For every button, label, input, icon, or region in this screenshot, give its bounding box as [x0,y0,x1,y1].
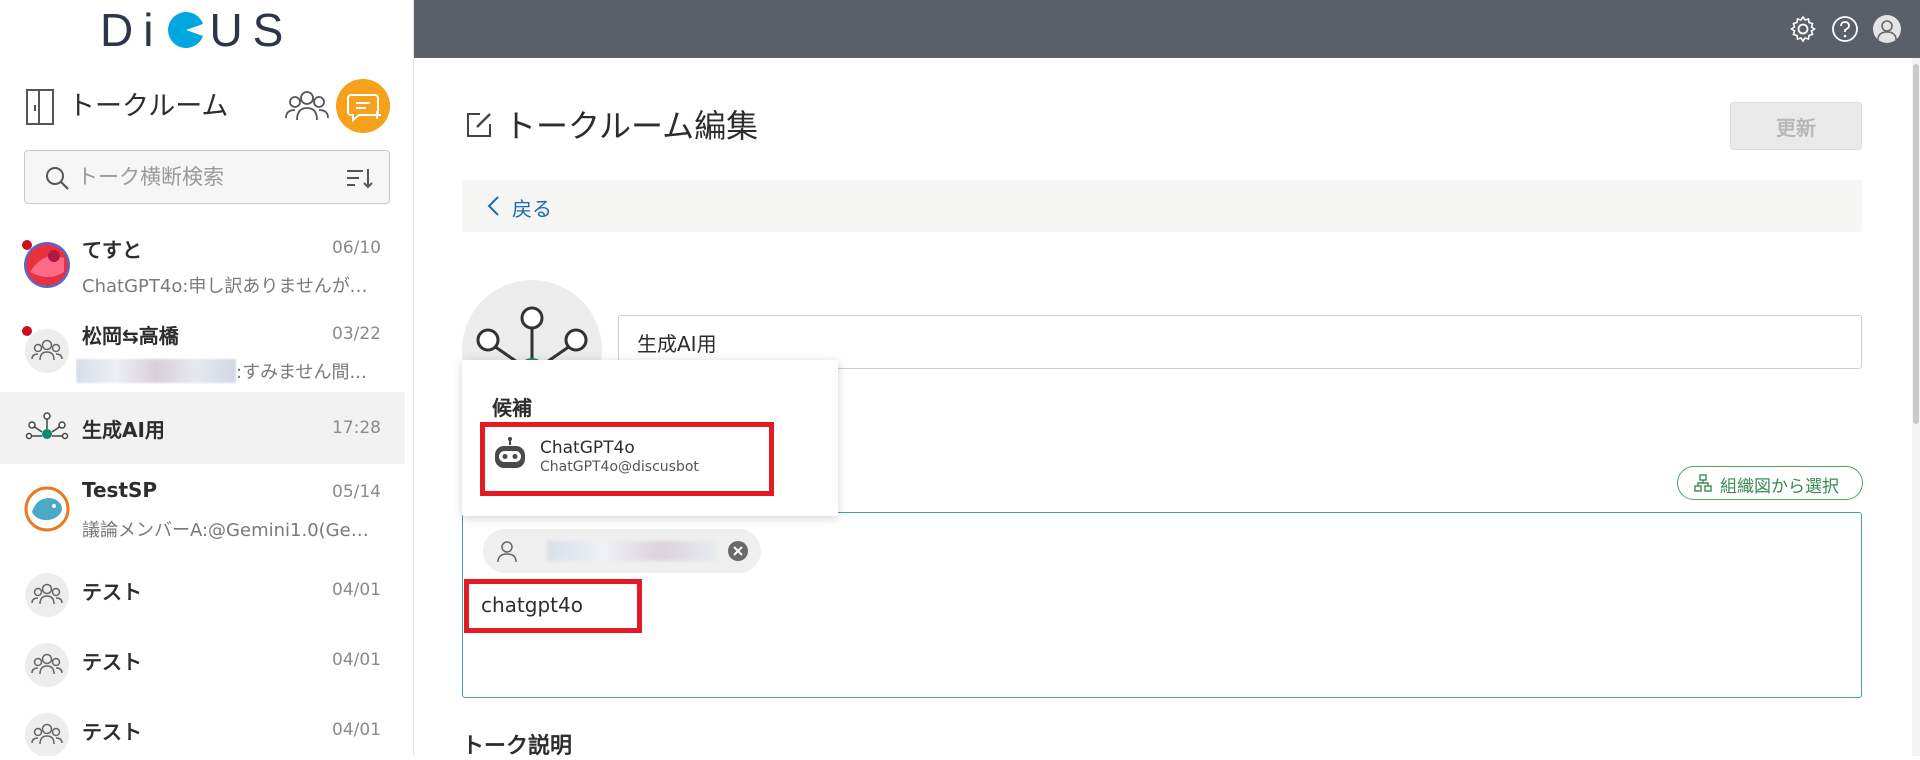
network-avatar-icon [25,412,69,440]
talk-item-matsuoka-takahashi[interactable]: 松岡⇆高橋 03/22 :すみません間... [0,306,405,392]
talk-date: 04/01 [332,650,381,670]
member-chip [483,529,761,573]
person-icon [497,541,517,563]
talk-item-test-1[interactable]: テスト 04/01 [0,550,405,620]
talk-item-testsp[interactable]: TestSP 05/14 議論メンバーA:@Gemini1.0(Gemi... [0,464,405,550]
candidate-id: ChatGPT4o@discusbot [540,459,699,475]
group-avatar-icon [25,643,69,687]
talk-date: 03/22 [332,324,381,344]
talk-name: 松岡⇆高橋 [82,324,179,348]
candidate-title: 候補 [492,396,532,420]
group-avatar-icon [25,713,69,756]
org-chart-select-button[interactable]: 組織図から選択 [1677,466,1863,500]
redacted-member-name [547,541,717,561]
sort-icon[interactable] [345,165,373,191]
sidebar: Di US トークルーム トーク横断検索 てすと 06/10 ChatGPT4o… [0,0,414,756]
talk-last-message: ChatGPT4o:申し訳ありませんが、... [82,276,382,297]
gear-icon[interactable] [1788,14,1818,44]
talk-name: テスト [82,650,142,674]
talk-date: 04/01 [332,580,381,600]
talk-date: 04/01 [332,720,381,740]
help-icon[interactable] [1830,14,1860,44]
avatar [24,242,70,288]
chevron-left-icon[interactable] [486,195,500,217]
talk-last-message: :すみません間... [76,358,376,384]
new-talk-button[interactable] [336,79,390,133]
talk-item-test-3[interactable]: テスト 04/01 [0,690,405,756]
door-icon [26,89,54,125]
robot-icon [495,437,525,468]
back-link[interactable]: 戻る [512,193,552,222]
group-members-icon[interactable] [282,82,332,132]
discus-logo[interactable]: Di US [100,4,320,56]
redacted-name [76,359,236,383]
search-icon [46,167,69,190]
talk-name: てすと [82,238,142,262]
member-search-input[interactable] [481,587,781,623]
org-chart-select-label: 組織図から選択 [1720,477,1839,497]
new-chat-icon [347,94,381,123]
talk-room-header: トークルーム [24,79,396,138]
back-bar: 戻る [462,180,1862,232]
user-icon[interactable] [1872,14,1902,44]
org-chart-icon [1694,474,1712,492]
logo-text-right: US [209,4,294,56]
talk-date: 06/10 [332,238,381,258]
talk-date: 17:28 [332,418,381,438]
sidebar-title: トークルーム [68,91,229,122]
talk-name: 生成AI用 [82,418,165,442]
talk-item-test-2[interactable]: テスト 04/01 [0,620,405,690]
talk-name: テスト [82,720,142,744]
talk-search-box [24,150,390,204]
talk-name: テスト [82,580,142,604]
talk-list: てすと 06/10 ChatGPT4o:申し訳ありませんが、... 松岡⇆高橋 … [0,220,413,756]
talk-item-tesuto[interactable]: てすと 06/10 ChatGPT4o:申し訳ありませんが、... [0,220,405,306]
logo-pacman-icon [168,11,204,48]
member-input-box[interactable] [462,512,1862,698]
top-bar [414,0,1920,58]
talk-last-message-text: :すみません間... [236,362,367,383]
scrollbar-thumb[interactable] [1913,64,1919,424]
talk-search-input[interactable] [77,160,317,194]
edit-icon [467,113,491,137]
group-avatar-icon [25,329,69,373]
unread-dot [22,326,32,336]
talk-date: 05/14 [332,482,381,502]
candidate-item[interactable]: ChatGPT4o ChatGPT4o@discusbot [480,422,810,484]
page-title: トークルーム編集 [504,107,759,145]
remove-member-icon[interactable] [727,540,749,562]
candidate-name: ChatGPT4o [540,438,635,458]
group-avatar-icon [25,573,69,617]
candidate-popup: 候補 ChatGPT4o ChatGPT4o@discusbot [462,360,838,516]
avatar [24,486,70,532]
talk-last-message: 議論メンバーA:@Gemini1.0(Gemi... [82,520,382,541]
talk-name: TestSP [82,478,158,502]
talk-item-generative-ai[interactable]: 生成AI用 17:28 [0,392,405,464]
update-button[interactable]: 更新 [1730,102,1862,150]
logo-text-left: Di [100,4,164,56]
talk-description-label: トーク説明 [462,734,573,759]
unread-dot [22,240,32,250]
